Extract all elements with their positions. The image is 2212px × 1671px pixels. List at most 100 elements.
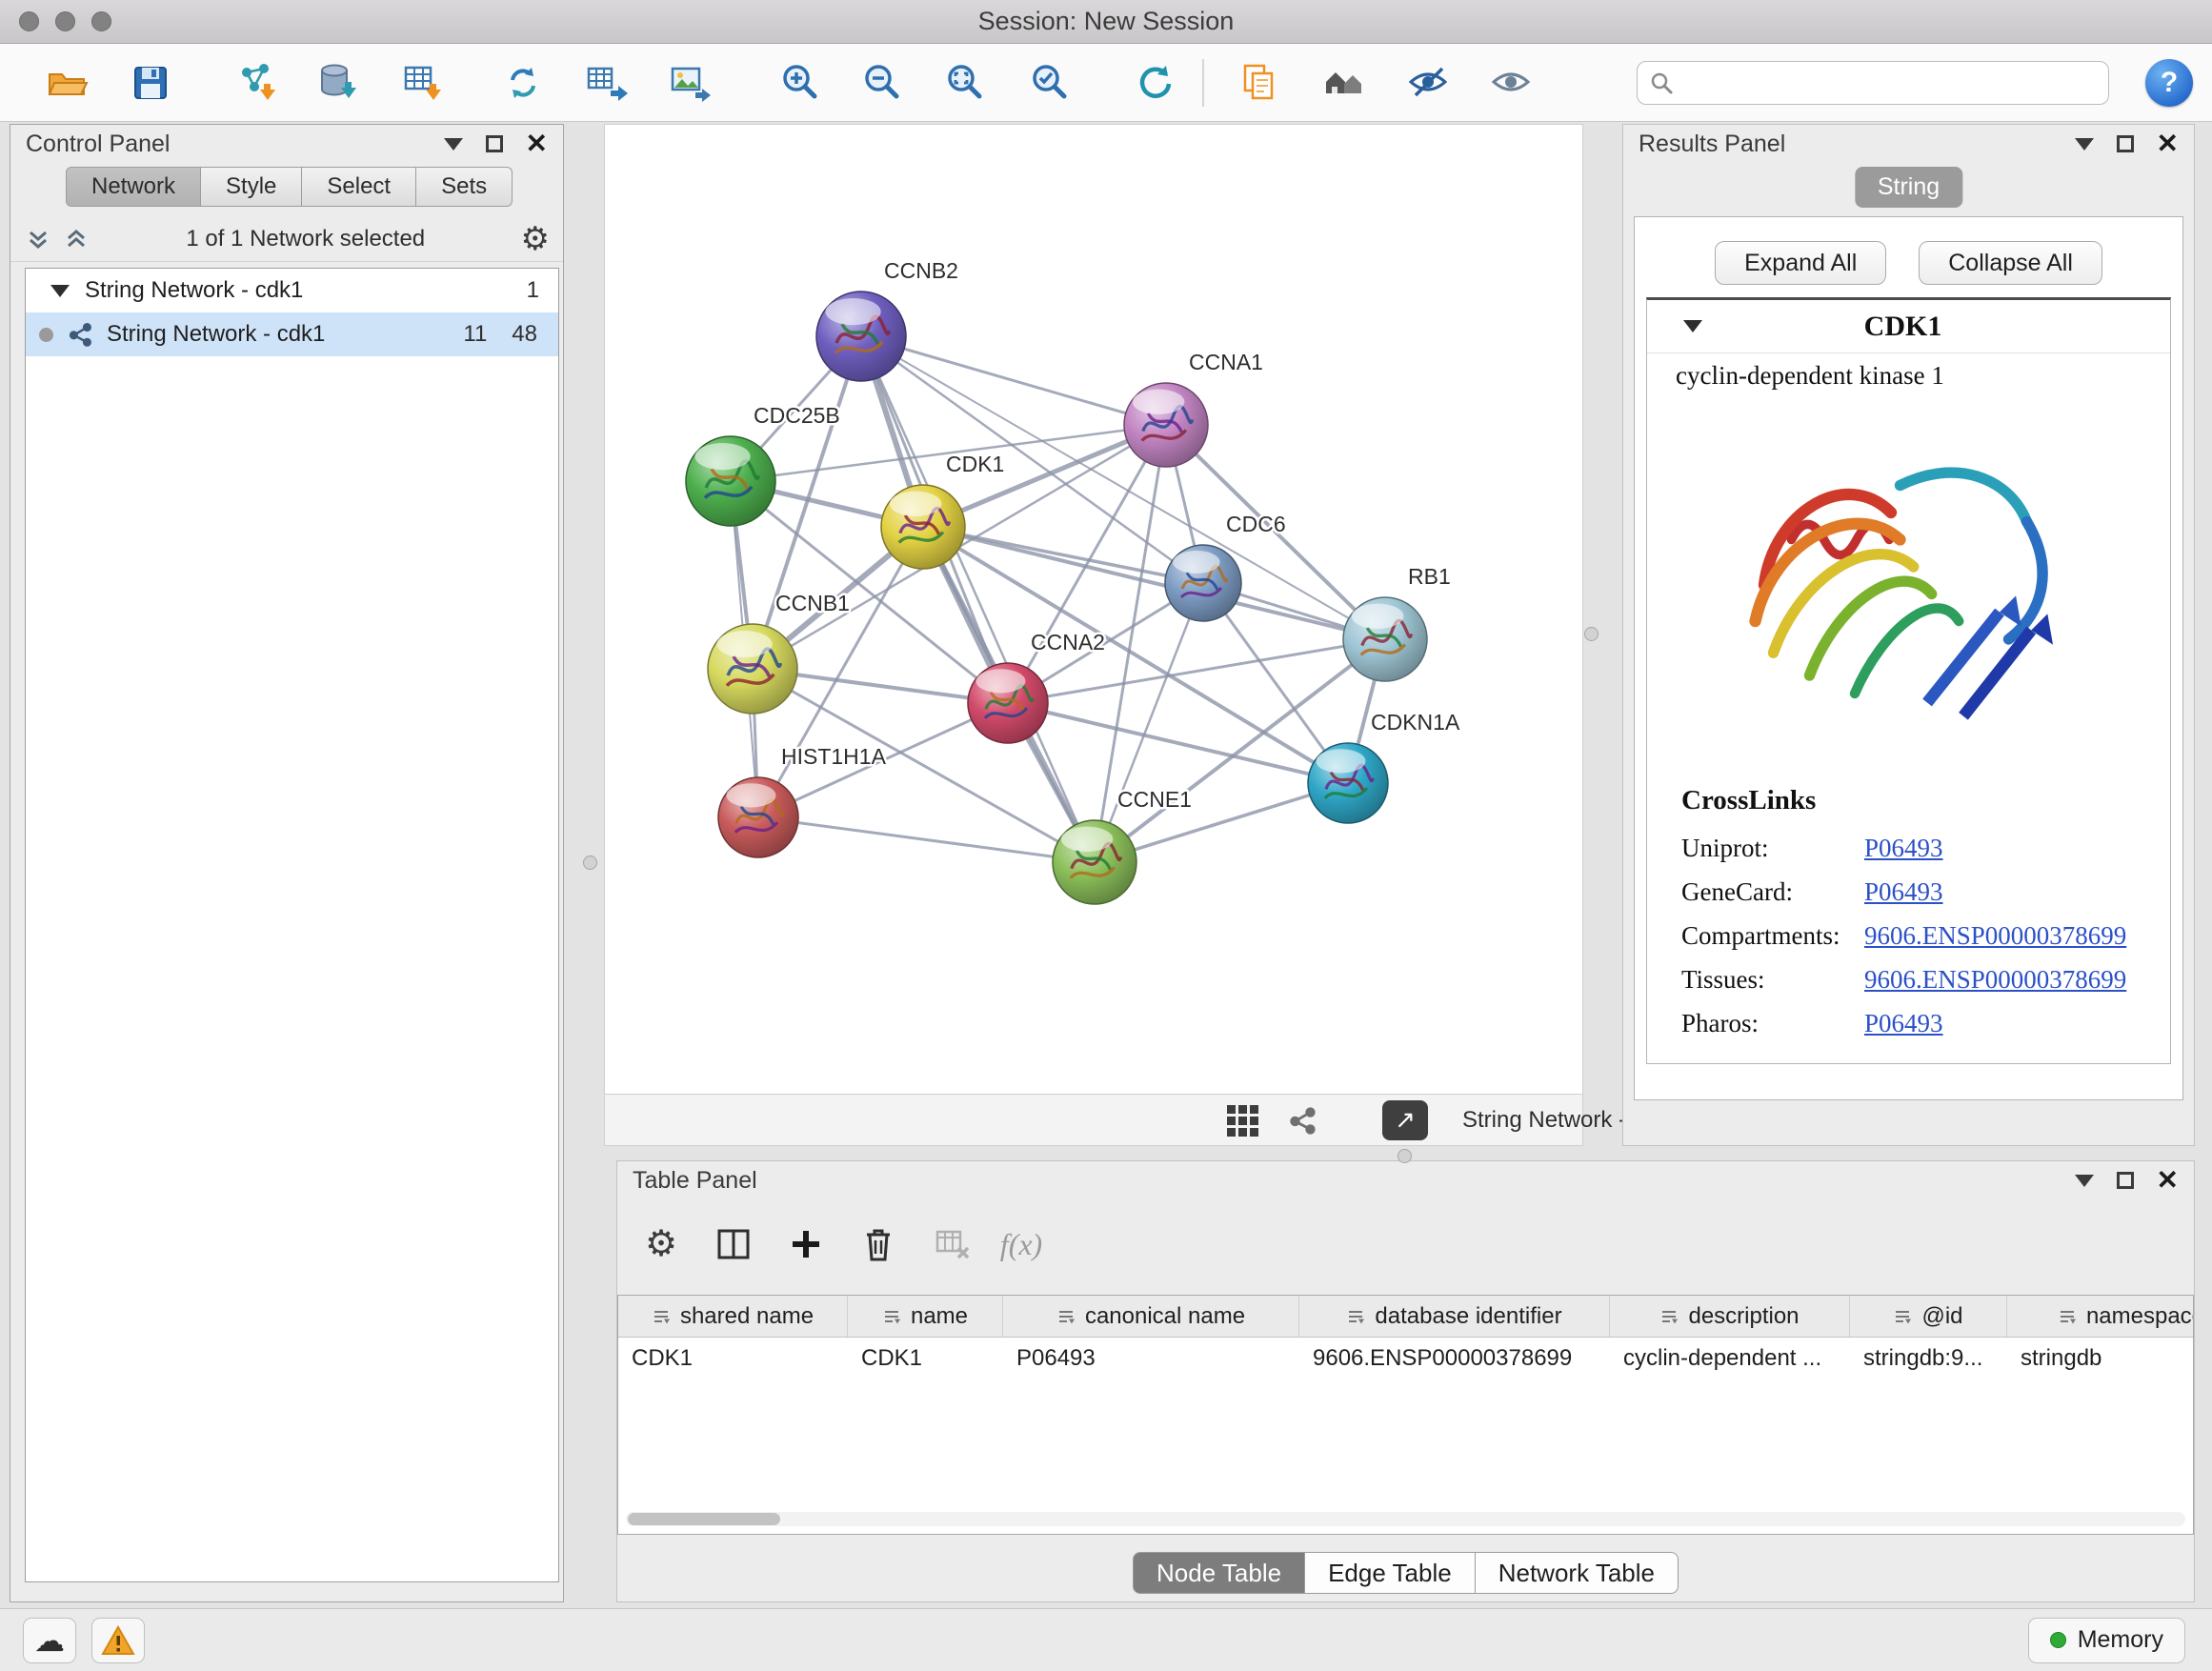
gene-disclosure-icon[interactable]	[1683, 320, 1702, 332]
crosslink-uniprot[interactable]: P06493	[1864, 826, 1943, 870]
function-builder-button[interactable]: f(x)	[995, 1218, 1048, 1271]
tab-network[interactable]: Network	[66, 167, 201, 207]
refresh-button[interactable]	[1129, 56, 1182, 110]
import-network-file-button[interactable]	[231, 56, 284, 110]
gear-icon[interactable]: ⚙	[521, 223, 550, 255]
network-node-hist1h1a[interactable]: HIST1H1A	[718, 744, 887, 857]
crosslink-pharos[interactable]: P06493	[1864, 1001, 1943, 1045]
tab-string[interactable]: String	[1855, 167, 1962, 208]
open-in-new-button[interactable]: ↗	[1382, 1100, 1428, 1140]
cell-shared-name[interactable]: CDK1	[618, 1338, 848, 1379]
hide-graphics-details-button[interactable]	[1484, 56, 1538, 110]
panel-close-icon[interactable]: ✕	[2157, 1167, 2179, 1194]
cell-description[interactable]: cyclin-dependent ...	[1610, 1338, 1850, 1379]
collapse-all-button[interactable]: Collapse All	[1919, 241, 2102, 285]
delete-table-button[interactable]	[926, 1218, 979, 1271]
help-button[interactable]: ?	[2145, 59, 2193, 107]
cell-canonical-name[interactable]: P06493	[1003, 1338, 1299, 1379]
table-row[interactable]: CDK1 CDK1 P06493 9606.ENSP00000378699 cy…	[618, 1338, 2193, 1379]
import-network-database-button[interactable]	[312, 56, 365, 110]
panel-maximize-icon[interactable]	[2117, 135, 2134, 152]
network-node-ccne1[interactable]: CCNE1	[1053, 787, 1192, 904]
panel-float-icon[interactable]	[2075, 1175, 2094, 1187]
cloud-status-button[interactable]: ☁	[23, 1618, 76, 1663]
panel-close-icon[interactable]: ✕	[2157, 131, 2179, 157]
column-header-canonical-name[interactable]: canonical name	[1003, 1296, 1299, 1337]
network-node-cdc6[interactable]: CDC6	[1165, 512, 1286, 621]
network-node-ccnb2[interactable]: CCNB2	[816, 258, 958, 381]
tab-sets[interactable]: Sets	[416, 167, 513, 207]
open-session-button[interactable]	[40, 56, 93, 110]
column-header-database-identifier[interactable]: database identifier	[1299, 1296, 1610, 1337]
network-node-ccna2[interactable]: CCNA2	[968, 630, 1105, 743]
table-options-button[interactable]: ⚙	[634, 1218, 688, 1271]
network-edge[interactable]	[1008, 703, 1348, 783]
show-graphics-details-button[interactable]	[1401, 56, 1455, 110]
cell-name[interactable]: CDK1	[848, 1338, 1003, 1379]
network-edge[interactable]	[861, 336, 1166, 425]
tab-edge-table[interactable]: Edge Table	[1305, 1552, 1476, 1594]
collapse-all-icon[interactable]	[24, 225, 52, 253]
search-input[interactable]	[1681, 70, 2097, 96]
delete-column-button[interactable]	[852, 1218, 905, 1271]
import-table-button[interactable]	[396, 56, 450, 110]
warnings-button[interactable]	[91, 1618, 145, 1663]
copy-document-button[interactable]	[1233, 56, 1286, 110]
network-node-cdkn1a[interactable]: CDKN1A	[1308, 710, 1460, 823]
column-header-shared-name[interactable]: shared name	[618, 1296, 848, 1337]
export-image-button[interactable]	[663, 56, 716, 110]
minimize-window-button[interactable]	[55, 11, 75, 31]
show-columns-button[interactable]	[707, 1218, 760, 1271]
network-canvas[interactable]: CCNB2CCNA1CDC25BCDK1CDC6RB1CCNB1CCNA2CDK…	[604, 124, 1583, 1146]
memory-button[interactable]: Memory	[2028, 1618, 2185, 1663]
collection-disclosure-icon[interactable]	[50, 285, 70, 297]
create-column-button[interactable]	[779, 1218, 833, 1271]
close-window-button[interactable]	[19, 11, 39, 31]
tab-style[interactable]: Style	[201, 167, 302, 207]
network-edge[interactable]	[861, 336, 1095, 862]
export-table-button[interactable]	[580, 56, 633, 110]
search-field[interactable]	[1637, 61, 2109, 105]
gene-section-header[interactable]: CDK1	[1647, 300, 2170, 353]
network-collection-row[interactable]: String Network - cdk1 1	[26, 269, 558, 312]
column-header-name[interactable]: name	[848, 1296, 1003, 1337]
horizontal-splitter-handle[interactable]	[1398, 1149, 1412, 1163]
network-row-selected[interactable]: String Network - cdk1 11 48	[26, 312, 558, 356]
network-share-button[interactable]	[1287, 1105, 1317, 1136]
crosslink-genecard[interactable]: P06493	[1864, 870, 1943, 914]
network-node-cdk1[interactable]: CDK1	[881, 452, 1004, 569]
panel-maximize-icon[interactable]	[486, 135, 503, 152]
scrollbar-thumb[interactable]	[628, 1513, 780, 1525]
zoom-out-button[interactable]	[855, 56, 909, 110]
zoom-in-button[interactable]	[774, 56, 827, 110]
save-session-button[interactable]	[124, 56, 177, 110]
network-node-ccna1[interactable]: CCNA1	[1124, 350, 1263, 467]
crosslink-tissues[interactable]: 9606.ENSP00000378699	[1864, 957, 2126, 1001]
column-header-id[interactable]: @id	[1850, 1296, 2007, 1337]
panel-close-icon[interactable]: ✕	[526, 131, 548, 157]
horizontal-scrollbar[interactable]	[626, 1512, 2185, 1526]
expand-all-button[interactable]: Expand All	[1715, 241, 1886, 285]
zoom-selected-button[interactable]	[1023, 56, 1076, 110]
birdseye-toggle-button[interactable]	[1226, 1104, 1258, 1137]
panel-maximize-icon[interactable]	[2117, 1172, 2134, 1189]
network-edge[interactable]	[758, 817, 1095, 862]
network-edge[interactable]	[923, 527, 1385, 639]
network-node-cdc25b[interactable]: CDC25B	[686, 403, 840, 526]
clone-network-button[interactable]	[496, 56, 550, 110]
left-splitter-handle[interactable]	[583, 856, 597, 870]
zoom-fit-button[interactable]	[938, 56, 992, 110]
cell-namespace[interactable]: stringdb	[2007, 1338, 2194, 1379]
cell-database-identifier[interactable]: 9606.ENSP00000378699	[1299, 1338, 1610, 1379]
network-node-rb1[interactable]: RB1	[1343, 564, 1451, 681]
column-header-description[interactable]: description	[1610, 1296, 1850, 1337]
expand-all-icon[interactable]	[62, 225, 90, 253]
tab-node-table[interactable]: Node Table	[1133, 1552, 1305, 1594]
panel-float-icon[interactable]	[2075, 138, 2094, 151]
cell-id[interactable]: stringdb:9...	[1850, 1338, 2007, 1379]
right-splitter-handle[interactable]	[1584, 627, 1599, 641]
panel-float-icon[interactable]	[444, 138, 463, 151]
home-networks-button[interactable]	[1317, 56, 1371, 110]
tab-select[interactable]: Select	[302, 167, 416, 207]
crosslink-compartments[interactable]: 9606.ENSP00000378699	[1864, 914, 2126, 957]
